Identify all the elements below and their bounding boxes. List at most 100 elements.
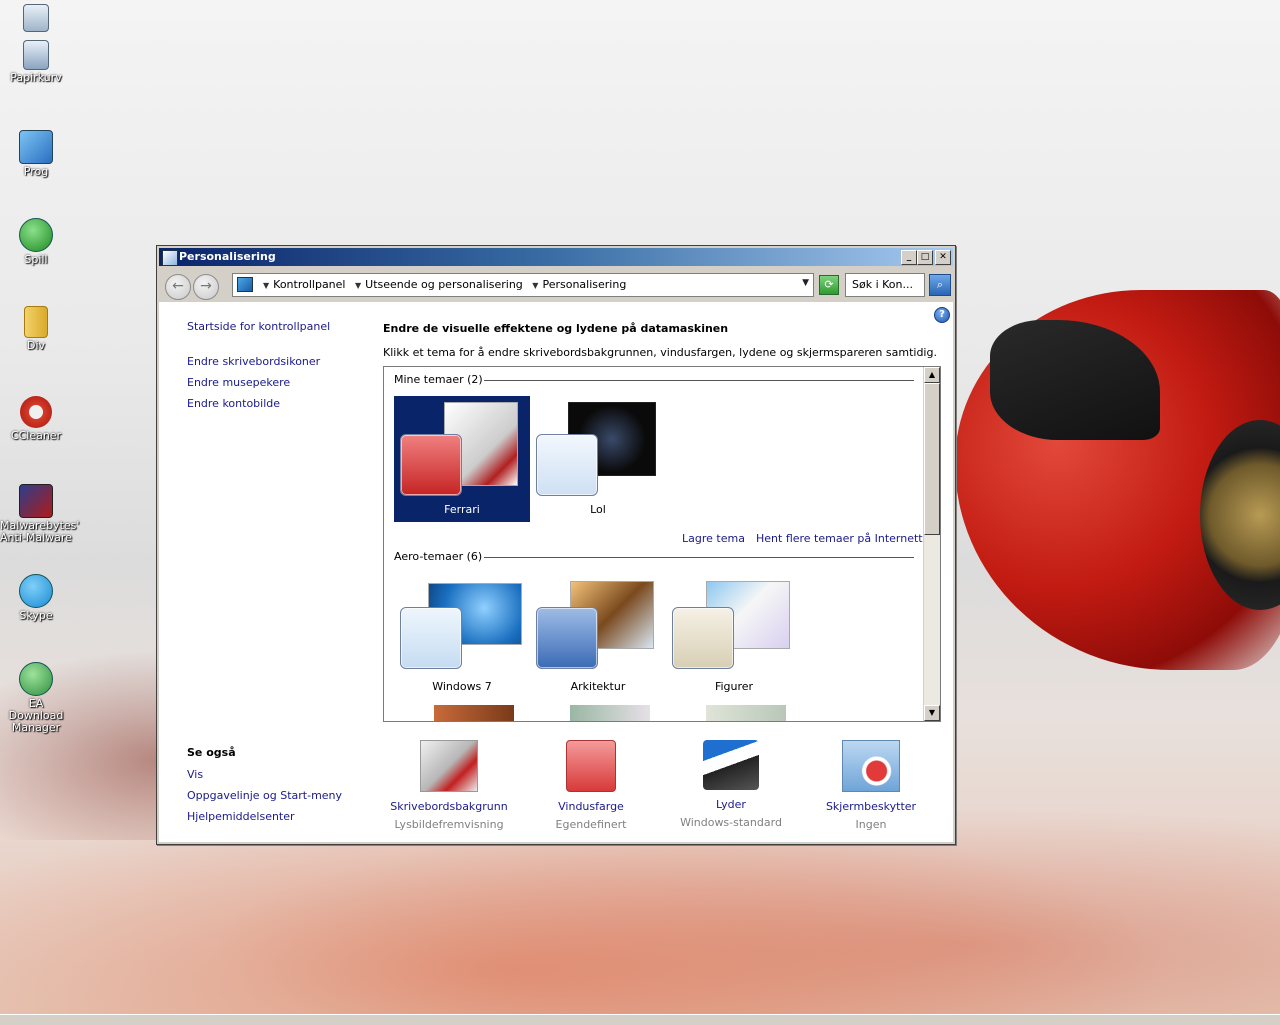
theme-name: Arkitektur	[570, 680, 626, 693]
breadcrumb-utseende[interactable]: Utseende og personalisering	[365, 278, 523, 291]
theme-name: Lol	[590, 503, 606, 516]
play-icon	[19, 218, 53, 252]
chevron-right-icon[interactable]: ▼	[532, 281, 538, 290]
link-control-panel-home[interactable]: Startside for kontrollpanel	[187, 320, 330, 333]
sounds-setting[interactable]: Lyder Windows-standard	[661, 740, 801, 829]
glass-color-swatch	[536, 434, 598, 496]
desktop-icon-malwarebytes[interactable]: Malwarebytes' Anti-Malware	[0, 484, 79, 544]
left-pane: Startside for kontrollpanel Endre skrive…	[159, 302, 369, 842]
ea-icon	[19, 662, 53, 696]
theme-thumbnail-partial	[570, 705, 650, 721]
chevron-right-icon[interactable]: ▼	[263, 281, 269, 290]
desktop-icon-skype[interactable]: Skype	[0, 574, 72, 622]
theme-arkitektur[interactable]: Arkitektur	[530, 573, 666, 699]
glass-color-swatch	[536, 607, 598, 669]
breadcrumb-kontrollpanel[interactable]: Kontrollpanel	[273, 278, 345, 291]
desktop-icon-prog[interactable]: Prog	[0, 130, 72, 178]
scrollbar[interactable]: ▲ ▼	[923, 367, 940, 721]
save-theme-link[interactable]: Lagre tema	[682, 532, 745, 545]
window-color-link[interactable]: Vindusfarge	[521, 800, 661, 813]
link-change-desktop-icons[interactable]: Endre skrivebordsikoner	[187, 355, 320, 368]
desktop-background-icon	[420, 740, 478, 792]
window-title: Personalisering	[179, 250, 276, 263]
link-ease-of-access[interactable]: Hjelpemiddelsenter	[187, 810, 295, 823]
close-button[interactable]: ✕	[935, 250, 951, 265]
control-panel-icon	[237, 277, 253, 292]
page-description: Klikk et tema for å endre skrivebordsbak…	[383, 346, 937, 359]
scrollbar-thumb[interactable]	[924, 383, 940, 535]
theme-thumbnail-partial	[706, 705, 786, 721]
sounds-link[interactable]: Lyder	[661, 798, 801, 811]
back-button[interactable]: ←	[165, 274, 191, 300]
link-change-mouse-pointers[interactable]: Endre musepekere	[187, 376, 290, 389]
chevron-right-icon[interactable]: ▼	[355, 281, 361, 290]
glass-color-swatch	[400, 434, 462, 496]
theme-figurer[interactable]: Figurer	[666, 573, 802, 699]
theme-lol[interactable]: Lol	[530, 396, 666, 522]
theme-thumbnail-partial	[434, 705, 514, 721]
theme-list: Mine temaer (2) Ferrari Lol Lagre tema H…	[383, 366, 941, 722]
screensaver-icon	[842, 740, 900, 792]
taskbar[interactable]	[0, 1014, 1280, 1025]
desktop-icon-ea-download-manager[interactable]: EA Download Manager	[0, 662, 72, 734]
theme-name: Ferrari	[444, 503, 480, 516]
personalization-window: Personalisering _ □ ✕ ← → ▼ Kontrollpanel…	[156, 245, 956, 845]
window-color-setting[interactable]: Vindusfarge Egendefinert	[521, 740, 661, 831]
theme-name: Windows 7	[432, 680, 492, 693]
refresh-button[interactable]: ⟳	[819, 275, 839, 295]
theme-ferrari[interactable]: Ferrari	[394, 396, 530, 522]
theme-name: Figurer	[714, 680, 754, 693]
link-taskbar-start-menu[interactable]: Oppgavelinje og Start-meny	[187, 789, 342, 802]
address-bar[interactable]: ▼ Kontrollpanel ▼ Utseende og personaliser…	[232, 273, 814, 297]
theme-windows-7[interactable]: Windows 7	[394, 573, 530, 699]
glass-color-swatch	[672, 607, 734, 669]
link-change-account-picture[interactable]: Endre kontobilde	[187, 397, 280, 410]
window-icon	[162, 250, 178, 266]
scroll-up-button[interactable]: ▲	[924, 367, 940, 383]
address-dropdown-icon[interactable]: ▼	[802, 278, 809, 288]
minimize-button[interactable]: _	[901, 250, 917, 265]
my-themes-heading: Mine temaer (2)	[394, 373, 483, 386]
help-icon[interactable]: ?	[934, 307, 950, 323]
content-area: Startside for kontrollpanel Endre skrive…	[159, 302, 953, 842]
desktop-background-value: Lysbildefremvisning	[394, 818, 504, 831]
screensaver-value: Ingen	[855, 818, 887, 831]
recycle-bin-icon	[23, 40, 49, 70]
desktop-icon-div[interactable]: Div	[0, 306, 72, 352]
breadcrumb: ▼ Kontrollpanel ▼ Utseende og personaliser…	[257, 278, 626, 291]
search-placeholder: Søk i Kon...	[852, 278, 913, 291]
desktop-icon-ccleaner[interactable]: CCleaner	[0, 396, 72, 442]
screensaver-setting[interactable]: Skjermbeskytter Ingen	[801, 740, 941, 831]
scroll-down-button[interactable]: ▼	[924, 705, 940, 721]
sounds-value: Windows-standard	[680, 816, 782, 829]
divider	[484, 380, 914, 381]
recycle-bin-icon	[23, 4, 49, 32]
aero-themes-heading: Aero-temaer (6)	[394, 550, 483, 563]
address-bar-area: ← → ▼ Kontrollpanel ▼ Utseende og personal…	[159, 268, 953, 300]
window-color-icon	[566, 740, 616, 792]
maximize-button[interactable]: □	[917, 250, 933, 265]
ccleaner-icon	[20, 396, 52, 428]
link-display[interactable]: Vis	[187, 768, 203, 781]
desktop-background-setting[interactable]: Skrivebordsbakgrunn Lysbildefremvisning	[379, 740, 519, 831]
malwarebytes-icon	[19, 484, 53, 518]
get-more-themes-link[interactable]: Hent flere temaer på Internett	[756, 532, 923, 545]
desktop-icon-recycle-top[interactable]	[0, 4, 72, 34]
breadcrumb-personalisering[interactable]: Personalisering	[542, 278, 626, 291]
screensaver-link[interactable]: Skjermbeskytter	[801, 800, 941, 813]
title-bar[interactable]: Personalisering _ □ ✕	[159, 248, 953, 266]
desktop-icon-spill[interactable]: Spill	[0, 218, 72, 266]
skype-icon	[19, 574, 53, 608]
search-button[interactable]: ⌕	[929, 274, 951, 296]
forward-button[interactable]: →	[193, 274, 219, 300]
sounds-icon	[703, 740, 759, 790]
page-heading: Endre de visuelle effektene og lydene på…	[383, 322, 729, 335]
desktop-background-link[interactable]: Skrivebordsbakgrunn	[379, 800, 519, 813]
folder-icon	[24, 306, 48, 338]
window-color-value: Egendefinert	[555, 818, 627, 831]
desktop-icon-papirkurv[interactable]: Papirkurv	[0, 40, 72, 84]
divider	[484, 557, 914, 558]
glass-color-swatch	[400, 607, 462, 669]
search-input[interactable]: Søk i Kon...	[845, 273, 925, 297]
control-panel-icon	[19, 130, 53, 164]
